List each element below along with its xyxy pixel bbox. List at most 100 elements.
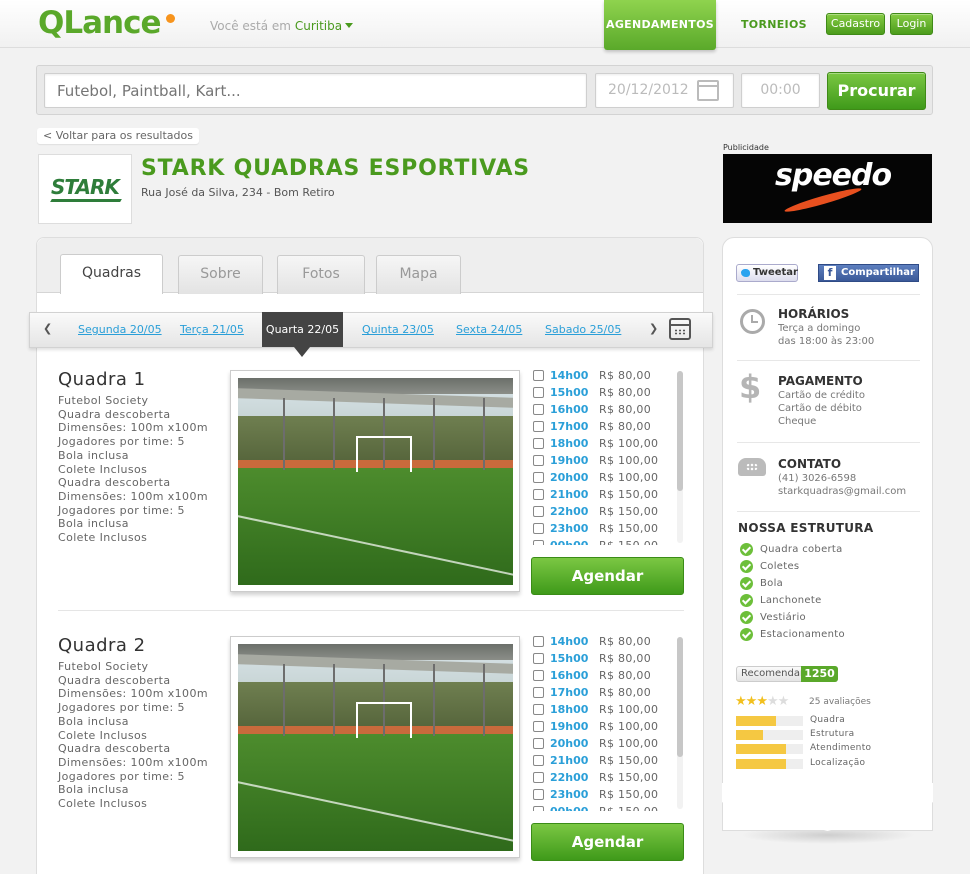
- chevron-down-icon[interactable]: [345, 23, 354, 28]
- time-slot[interactable]: 19h00 R$ 100,00: [532, 452, 679, 469]
- time-field[interactable]: 00:00: [741, 73, 820, 108]
- court-desc-line: Colete Inclusos: [58, 728, 148, 742]
- slot-checkbox[interactable]: [533, 455, 544, 466]
- day-sabado[interactable]: Sabado 25/05: [545, 323, 621, 336]
- login-button[interactable]: Login: [890, 13, 933, 35]
- time-slot[interactable]: 17h00 R$ 80,00: [532, 418, 679, 435]
- calendar-icon[interactable]: [669, 318, 691, 340]
- tweet-button[interactable]: Tweetar: [736, 264, 798, 282]
- review-count[interactable]: 25 avaliações: [809, 697, 871, 707]
- photo-pole: [283, 664, 285, 736]
- time-slot[interactable]: 20h00 R$ 100,00: [532, 735, 679, 752]
- day-terca[interactable]: Terça 21/05: [180, 323, 244, 336]
- contact-email[interactable]: starkquadras@gmail.com: [778, 486, 906, 499]
- time-slot[interactable]: 20h00 R$ 100,00: [532, 469, 679, 486]
- slot-price: R$ 150,00: [599, 505, 659, 518]
- location-city[interactable]: Curitiba: [295, 19, 342, 33]
- slot-checkbox[interactable]: [533, 653, 544, 664]
- score-bar: [736, 730, 803, 740]
- time-slot[interactable]: 16h00 R$ 80,00: [532, 667, 679, 684]
- star-rating: ★★★★★: [735, 694, 789, 709]
- slot-checkbox[interactable]: [533, 421, 544, 432]
- slot-checkbox[interactable]: [533, 704, 544, 715]
- time-slot[interactable]: 14h00 R$ 80,00: [532, 367, 679, 384]
- time-slot[interactable]: 19h00 R$ 100,00: [532, 718, 679, 735]
- nav-agendamentos[interactable]: AGENDAMENTOS: [604, 0, 716, 50]
- slot-checkbox[interactable]: [533, 404, 544, 415]
- back-to-results-link[interactable]: < Voltar para os resultados: [37, 128, 199, 144]
- slots-scrollbar[interactable]: [677, 371, 683, 543]
- day-sexta[interactable]: Sexta 24/05: [456, 323, 522, 336]
- search-input[interactable]: [44, 73, 587, 108]
- day-segunda[interactable]: Segunda 20/05: [78, 323, 162, 336]
- photo-goal: [356, 436, 412, 472]
- slot-checkbox[interactable]: [533, 670, 544, 681]
- prev-day-arrow[interactable]: ❮: [43, 322, 52, 335]
- amenity-label: Lanchonete: [760, 595, 822, 606]
- ad-banner[interactable]: speedo: [723, 154, 932, 223]
- time-slot[interactable]: 14h00 R$ 80,00: [532, 633, 679, 650]
- time-slot[interactable]: 16h00 R$ 80,00: [532, 401, 679, 418]
- slot-checkbox[interactable]: [533, 387, 544, 398]
- slot-price: R$ 150,00: [599, 488, 659, 501]
- next-day-arrow[interactable]: ❯: [649, 322, 658, 335]
- time-slot[interactable]: 23h00 R$ 150,00: [532, 786, 679, 803]
- score-label: Estrutura: [810, 729, 855, 739]
- slot-checkbox[interactable]: [533, 687, 544, 698]
- signup-button[interactable]: Cadastro: [826, 13, 885, 35]
- time-slot[interactable]: 15h00 R$ 80,00: [532, 384, 679, 401]
- slot-checkbox[interactable]: [533, 438, 544, 449]
- slot-checkbox[interactable]: [533, 721, 544, 732]
- time-slot[interactable]: 21h00 R$ 150,00: [532, 752, 679, 769]
- court-photo[interactable]: [230, 370, 520, 592]
- court-photo[interactable]: [230, 636, 520, 858]
- photo-pole: [333, 664, 335, 736]
- slot-checkbox[interactable]: [533, 806, 544, 811]
- day-quinta[interactable]: Quinta 23/05: [362, 323, 434, 336]
- tab-mapa[interactable]: Mapa: [376, 255, 461, 294]
- pagamento-line: Cartão de crédito: [778, 390, 865, 401]
- court-desc-line: Dimensões: 100m x100m: [58, 687, 208, 701]
- agendar-button[interactable]: Agendar: [531, 823, 684, 861]
- slot-checkbox[interactable]: [533, 755, 544, 766]
- time-slot[interactable]: 00h00 R$ 150,00: [532, 537, 679, 545]
- tab-sobre[interactable]: Sobre: [178, 255, 263, 294]
- calendar-icon[interactable]: [697, 80, 719, 101]
- slot-checkbox[interactable]: [533, 636, 544, 647]
- slot-checkbox[interactable]: [533, 523, 544, 534]
- slot-checkbox[interactable]: [533, 370, 544, 381]
- time-slot[interactable]: 21h00 R$ 150,00: [532, 486, 679, 503]
- slot-checkbox[interactable]: [533, 789, 544, 800]
- tab-quadras[interactable]: Quadras: [60, 254, 163, 294]
- scrollbar-thumb[interactable]: [677, 371, 683, 491]
- time-slot[interactable]: 18h00 R$ 100,00: [532, 701, 679, 718]
- time-slot[interactable]: 18h00 R$ 100,00: [532, 435, 679, 452]
- slot-checkbox[interactable]: [533, 738, 544, 749]
- slot-hour: 23h00: [550, 522, 589, 535]
- tab-fotos[interactable]: Fotos: [277, 255, 365, 294]
- day-quarta-active[interactable]: Quarta 22/05: [262, 312, 343, 347]
- horarios-title: HORÁRIOS: [778, 307, 850, 321]
- time-slot[interactable]: 00h00 R$ 150,00: [532, 803, 679, 811]
- location-selector[interactable]: Você está em Curitiba: [210, 19, 354, 33]
- check-icon: [740, 594, 753, 607]
- time-slot[interactable]: 22h00 R$ 150,00: [532, 769, 679, 786]
- slot-checkbox[interactable]: [533, 506, 544, 517]
- estrutura-title: NOSSA ESTRUTURA: [738, 521, 874, 535]
- slot-checkbox[interactable]: [533, 540, 544, 545]
- search-button[interactable]: Procurar: [827, 72, 926, 110]
- time-slot[interactable]: 15h00 R$ 80,00: [532, 650, 679, 667]
- agendar-button[interactable]: Agendar: [531, 557, 684, 595]
- time-slot[interactable]: 17h00 R$ 80,00: [532, 684, 679, 701]
- facebook-share-button[interactable]: Compartilhar: [818, 264, 919, 282]
- nav-torneios[interactable]: TORNEIOS: [741, 18, 807, 31]
- slots-scrollbar[interactable]: [677, 637, 683, 809]
- site-logo[interactable]: QLance: [38, 5, 161, 41]
- venue-title: STARK QUADRAS ESPORTIVAS: [141, 156, 530, 181]
- time-slot[interactable]: 22h00 R$ 150,00: [532, 503, 679, 520]
- scrollbar-thumb[interactable]: [677, 637, 683, 757]
- slot-checkbox[interactable]: [533, 472, 544, 483]
- time-slot[interactable]: 23h00 R$ 150,00: [532, 520, 679, 537]
- slot-checkbox[interactable]: [533, 772, 544, 783]
- slot-checkbox[interactable]: [533, 489, 544, 500]
